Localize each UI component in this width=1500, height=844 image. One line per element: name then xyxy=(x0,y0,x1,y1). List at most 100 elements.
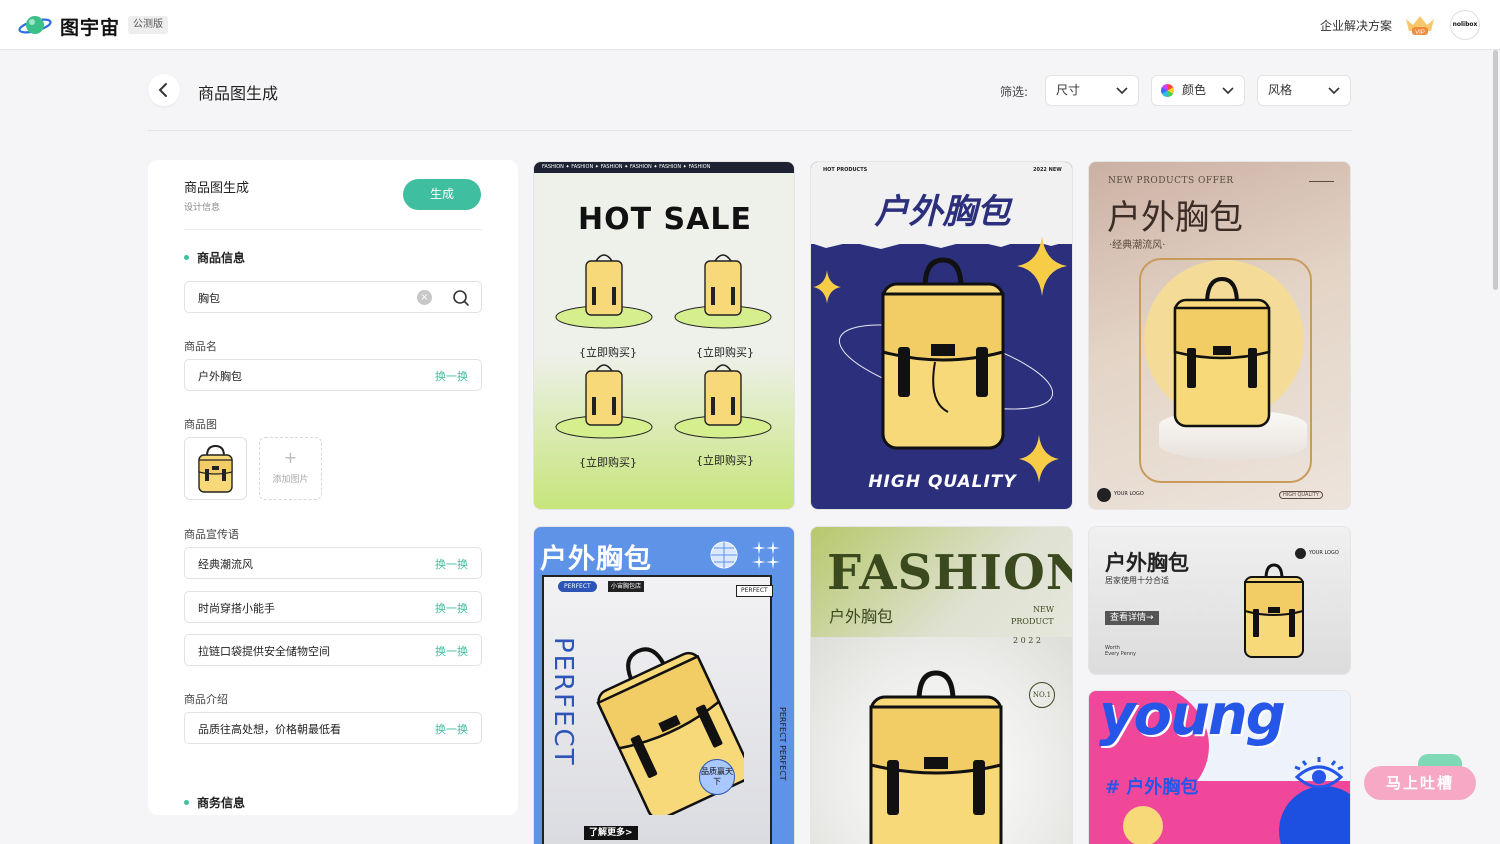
new-products-kicker: NEW PRODUCTS OFFER xyxy=(1108,176,1234,186)
slogan-value: 拉链口袋提供安全储物空间 xyxy=(198,645,330,658)
style-filter-label: 风格 xyxy=(1268,83,1293,97)
yellow-blob xyxy=(1123,806,1163,844)
product-intro-value: 品质往高处想，价格朝最低看 xyxy=(198,723,341,736)
template-card-perfect[interactable]: 户外胸包 PERFECT 小宙胸包店 PERFECT PERFECT PERFE… xyxy=(533,526,795,844)
logo-circle-icon xyxy=(1295,548,1306,559)
buy-now-label: {立即购买} xyxy=(579,456,637,469)
kicker-line xyxy=(1309,181,1334,182)
product-name-field[interactable]: 户外胸包 换一换 xyxy=(184,359,482,391)
slogan-label: 商品宣传语 xyxy=(184,528,239,541)
size-filter-select[interactable]: 尺寸 xyxy=(1045,75,1139,106)
buy-now-label: {立即购买} xyxy=(696,454,754,467)
chevron-down-icon xyxy=(1328,87,1340,95)
add-image-label: 添加图片 xyxy=(272,475,309,485)
panel-subtitle: 设计信息 xyxy=(184,203,221,213)
vertical-perfect-text: PERFECT xyxy=(548,637,578,767)
card6-headline: 户外胸包 xyxy=(1105,551,1189,575)
sparkle-star-icon xyxy=(1017,236,1067,296)
buy-now-label: {立即购买} xyxy=(696,346,754,359)
template-card-hot-sale[interactable]: FASHION ✦ FASHION ✦ FASHION ✦ FASHION ✦ … xyxy=(533,161,795,510)
template-card-outdoor-blue[interactable]: HOT PRODUCTS 2022 NEW 户外胸包 HIGH QUALITY xyxy=(810,161,1073,510)
sparkle-star-icon xyxy=(813,270,841,304)
slogan-value: 经典潮流风 xyxy=(198,558,253,571)
chevron-down-icon xyxy=(1222,87,1234,95)
sparkle-cluster-icon xyxy=(752,541,780,569)
new-year-tag: 2022 NEW xyxy=(1033,167,1062,173)
page-scrollbar[interactable] xyxy=(1493,50,1498,290)
backpack-image-icon xyxy=(198,444,233,493)
swap-button[interactable]: 换一换 xyxy=(435,643,468,659)
size-filter-label: 尺寸 xyxy=(1056,83,1081,97)
your-logo-text: YOUR LOGO xyxy=(1309,550,1339,556)
plus-icon: + xyxy=(283,448,298,467)
generate-button[interactable]: 生成 xyxy=(403,179,481,210)
year-label: 2 0 2 2 xyxy=(1013,636,1041,645)
panel-title: 商品图生成 xyxy=(184,181,250,196)
slogan-field-3[interactable]: 拉链口袋提供安全储物空间 换一换 xyxy=(184,634,482,666)
swap-button[interactable]: 换一换 xyxy=(435,600,468,616)
back-button[interactable] xyxy=(148,74,180,106)
top-bar: 图宇宙 公测版 企业解决方案 VIP nolibox xyxy=(0,0,1500,50)
perfect-box-tag: PERFECT xyxy=(736,585,773,597)
template-card-fashion[interactable]: FASHION 户外胸包 NEW PRODUCT 2 0 2 2 NO.1 xyxy=(810,526,1073,844)
planet-logo-icon[interactable] xyxy=(18,11,52,39)
vip-crown-icon[interactable]: VIP xyxy=(1404,13,1436,37)
logo-circle-icon xyxy=(1097,488,1111,502)
swap-button[interactable]: 换一换 xyxy=(435,556,468,572)
view-details-button[interactable]: 查看详情→ xyxy=(1105,611,1159,625)
search-value: 胸包 xyxy=(198,292,220,305)
product-label: PRODUCT xyxy=(1011,617,1054,626)
backpack-grid-icon xyxy=(555,254,772,439)
backpack-image-icon xyxy=(869,670,1003,844)
hot-sale-headline: HOT SALE xyxy=(578,202,752,237)
template-card-grey[interactable]: HIGH QUALITY 户外胸包 居家使用十分合适 查看详情→ Worth E… xyxy=(1088,526,1351,675)
card3-headline: 户外胸包 xyxy=(1107,198,1243,238)
eye-icon xyxy=(1294,757,1344,789)
card3-subline: ·经典潮流风· xyxy=(1109,240,1166,251)
product-thumbnail[interactable] xyxy=(184,437,247,500)
card4-headline: 户外胸包 xyxy=(540,544,652,575)
swap-button[interactable]: 换一换 xyxy=(435,368,468,384)
clear-icon[interactable]: × xyxy=(417,290,432,305)
globe-icon xyxy=(710,541,738,569)
swap-button[interactable]: 换一换 xyxy=(435,721,468,737)
backpack-image-icon xyxy=(1244,563,1304,658)
card2-headline: 户外胸包 xyxy=(874,192,1011,232)
color-filter-select[interactable]: 颜色 xyxy=(1151,75,1245,106)
template-card-young[interactable]: young # 户外胸包 xyxy=(1088,690,1351,844)
product-intro-field[interactable]: 品质往高处想，价格朝最低看 换一换 xyxy=(184,712,482,744)
ticker-strip: FASHION ✦ FASHION ✦ FASHION ✦ FASHION ✦ … xyxy=(534,162,794,173)
no1-badge: NO.1 xyxy=(1029,682,1055,708)
learn-more-button[interactable]: 了解更多> xyxy=(584,826,638,840)
fashion-subline: 户外胸包 xyxy=(829,607,894,626)
search-icon[interactable] xyxy=(452,289,470,307)
product-name-label: 商品名 xyxy=(184,340,217,353)
page-title: 商品图生成 xyxy=(198,84,279,103)
slogan-value: 时尚穿搭小能手 xyxy=(198,602,275,615)
shop-name-tag: 小宙胸包店 xyxy=(608,581,645,592)
section-dot-icon xyxy=(184,255,189,260)
perfect-tag: PERFECT xyxy=(558,581,597,592)
product-intro-label: 商品介绍 xyxy=(184,693,228,706)
slogan-field-2[interactable]: 时尚穿搭小能手 换一换 xyxy=(184,591,482,623)
brand-name[interactable]: 图宇宙 xyxy=(60,13,120,40)
header-divider xyxy=(148,130,1352,131)
slogan-field-1[interactable]: 经典潮流风 换一换 xyxy=(184,547,482,579)
enterprise-solutions-link[interactable]: 企业解决方案 xyxy=(1320,17,1392,34)
young-subline: # 户外胸包 xyxy=(1105,777,1199,798)
add-image-button[interactable]: + 添加图片 xyxy=(259,437,322,500)
side-perfect-text: PERFECT PERFECT xyxy=(778,707,787,781)
template-card-outdoor-beige[interactable]: NEW PRODUCTS OFFER 户外胸包 ·经典潮流风· YOUR LOG… xyxy=(1088,161,1351,510)
style-filter-select[interactable]: 风格 xyxy=(1257,75,1351,106)
chevron-left-icon xyxy=(158,83,167,97)
hot-products-tag: HOT PRODUCTS xyxy=(823,167,868,173)
user-avatar[interactable]: nolibox xyxy=(1450,10,1480,40)
business-info-heading-text: 商务信息 xyxy=(197,796,246,810)
product-image-label: 商品图 xyxy=(184,418,217,431)
business-info-heading: 商务信息 xyxy=(184,794,245,811)
beta-badge: 公测版 xyxy=(128,16,168,34)
fashion-headline: FASHION xyxy=(827,545,1073,601)
product-search-input[interactable]: 胸包 × xyxy=(184,281,482,313)
feedback-button[interactable]: 马上吐槽 xyxy=(1364,766,1476,800)
young-headline: young xyxy=(1099,690,1286,748)
